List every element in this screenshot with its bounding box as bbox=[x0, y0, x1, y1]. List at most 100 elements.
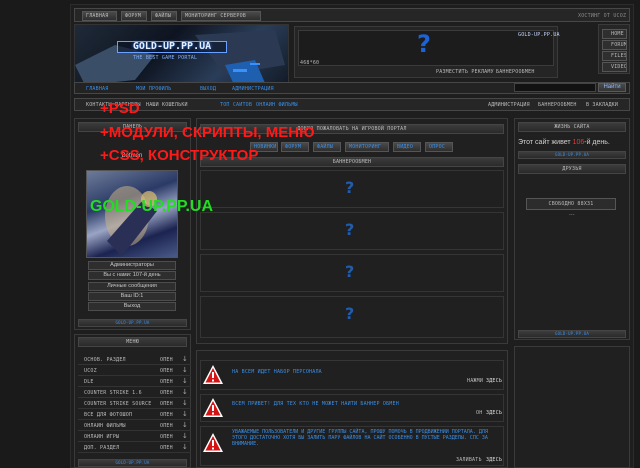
menu-item-state: ОПЕН bbox=[160, 390, 173, 396]
main-nav-profile[interactable]: МОЙ ПРОФИЛЬ bbox=[136, 86, 171, 92]
user-row-messages[interactable]: Личные сообщения bbox=[88, 282, 176, 291]
news-link-prefix: ЗАЛИВАТЬ bbox=[456, 457, 482, 463]
banner-size-label: 468*60 bbox=[300, 60, 320, 66]
center-question-icon-2: ? bbox=[345, 220, 355, 239]
news-link[interactable]: ЗДЕСЬ bbox=[486, 378, 502, 384]
top-nav-item-files[interactable]: ФАЙЛЫ bbox=[151, 11, 177, 21]
search-input[interactable] bbox=[514, 83, 596, 92]
menu-item-dle[interactable]: DLE ОПЕН ↓ bbox=[78, 376, 191, 387]
menu-item-state: ОПЕН bbox=[160, 357, 173, 363]
menu-item-state: ОПЕН bbox=[160, 368, 173, 374]
main-nav-home[interactable]: ГЛАВНАЯ bbox=[86, 86, 108, 92]
main-nav-admin[interactable]: АДМИНИСТРАЦИЯ bbox=[232, 86, 274, 92]
friends-more[interactable]: ... bbox=[569, 210, 575, 217]
arrow-down-icon: ↓ bbox=[182, 432, 188, 440]
sub-nav-wallets[interactable]: НАШИ КОШЕЛЬКИ bbox=[146, 102, 188, 108]
menu-item-label: ОНЛАЙН ИГРЫ bbox=[84, 434, 120, 440]
menu-item-photoshop[interactable]: ВСЁ ДЛЯ ФОТОШОП ОПЕН ↓ bbox=[78, 409, 191, 420]
logo-slogan: THE BEST GAME PORTAL bbox=[133, 55, 198, 61]
menu-footer: GOLD-UP.PP.UA bbox=[78, 459, 187, 467]
menu-item-label: ОСНОВ. РАЗДЕЛ bbox=[84, 357, 126, 363]
tab-poll[interactable]: ОПРОС bbox=[425, 142, 453, 152]
arrow-down-icon: ↓ bbox=[182, 355, 188, 363]
news-item bbox=[200, 360, 504, 390]
main-nav-logout[interactable]: ВЫХОД bbox=[200, 86, 216, 92]
news-link[interactable]: ЗДЕСЬ bbox=[486, 457, 502, 463]
promo-line-2: +МОДУЛИ, СКРИПТЫ, МЕНЮ bbox=[100, 124, 315, 141]
free-slot-banner[interactable]: СВОБОДНО 88Х31 bbox=[526, 198, 616, 210]
user-row-id: Ваш ID:1 bbox=[88, 292, 176, 301]
menu-item-label: COUNTER STRIKE 1.6 bbox=[84, 390, 142, 396]
tab-forum[interactable]: ФОРУМ bbox=[281, 142, 309, 152]
menu-header: МЕНЮ bbox=[78, 337, 187, 347]
menu-item-cs16[interactable]: COUNTER STRIKE 1.6 ОПЕН ↓ bbox=[78, 387, 191, 398]
site-age-text: Этот сайт живет 106-й день. bbox=[518, 139, 628, 146]
news-text: НА ВСЕМ ИДЁТ НАБОР ПЕРСОНАЛА bbox=[232, 369, 322, 375]
warning-icon bbox=[203, 398, 223, 417]
menu-list: ОСНОВ. РАЗДЕЛ ОПЕН ↓ UCOZ ОПЕН ↓ DLE ОПЕН ↓ CO… bbox=[78, 354, 191, 462]
sub-nav-movies[interactable]: ОНЛАЙН ФИЛЬМЫ bbox=[256, 102, 298, 108]
news-link[interactable]: ЗДЕСЬ bbox=[486, 410, 502, 416]
center-question-icon-1: ? bbox=[345, 178, 355, 197]
menu-item-css[interactable]: COUNTER STRIKE SOURCE ОПЕН ↓ bbox=[78, 398, 191, 409]
warning-icon bbox=[203, 365, 223, 384]
menu-item-extra[interactable]: ДОП. РАЗДЕЛ ОПЕН ↓ bbox=[78, 442, 191, 453]
center-question-icon-3: ? bbox=[345, 262, 355, 281]
site-age-prefix: Этот сайт живет bbox=[518, 139, 573, 146]
news-text: ВСЕМ ПРИВЕТ! ДЛЯ ТЕХ КТО НЕ МОЖЕТ НАЙТИ … bbox=[232, 401, 399, 407]
user-row-logout[interactable]: Выход bbox=[88, 302, 176, 311]
menu-item-state: ОПЕН bbox=[160, 423, 173, 429]
search-button[interactable]: Найти bbox=[598, 83, 626, 92]
menu-item-ucoz[interactable]: UCOZ ОПЕН ↓ bbox=[78, 365, 191, 376]
sub-nav-top[interactable]: ТОП САЙТОВ bbox=[220, 102, 252, 108]
news-link-prefix: НАЖМИ bbox=[467, 378, 484, 384]
menu-item-label: ВСЁ ДЛЯ ФОТОШОП bbox=[84, 412, 133, 418]
banner-exchange-link[interactable]: БАННЕРООБМЕН bbox=[496, 69, 535, 75]
tab-files[interactable]: ФАЙЛЫ bbox=[313, 142, 341, 152]
top-nav-item-forum[interactable]: ФОРУМ bbox=[121, 11, 147, 21]
friends-footer: GOLD-UP.PP.UA bbox=[518, 330, 626, 338]
menu-item-state: ОПЕН bbox=[160, 445, 173, 451]
site-age-suffix: -й день. bbox=[584, 139, 610, 146]
tab-monitoring[interactable]: МОНИТОРИНГ bbox=[345, 142, 389, 152]
menu-item-state: ОПЕН bbox=[160, 401, 173, 407]
stats-header: ЖИЗНЬ САЙТА bbox=[518, 122, 626, 132]
logo[interactable]: GOLD-UP.PP.UA THE BEST GAME PORTAL bbox=[74, 24, 289, 86]
place-ad-link[interactable]: РАЗМЕСТИТЬ РЕКЛАМУ bbox=[436, 69, 494, 75]
menu-item-label: COUNTER STRIKE SOURCE bbox=[84, 401, 152, 407]
hosting-text: ХОСТИНГ ОТ UCOZ bbox=[578, 13, 627, 19]
banner-question-icon: ? bbox=[417, 30, 431, 58]
news-text: УВАЖАЕМЫЕ ПОЛЬЗОВАТЕЛИ И ДРУГИЕ ГРУППЫ С… bbox=[232, 429, 488, 447]
right-nav-forum[interactable]: FORUM bbox=[602, 40, 627, 50]
tab-video[interactable]: ВИДЕО bbox=[393, 142, 421, 152]
news-item bbox=[200, 394, 504, 422]
site-age-days: 106 bbox=[572, 139, 585, 146]
stats-footer: GOLD-UP.PP.UA bbox=[518, 151, 626, 159]
right-bottom-panel bbox=[514, 346, 630, 468]
right-nav-videos[interactable]: VIDEOS bbox=[602, 62, 627, 72]
arrow-down-icon: ↓ bbox=[182, 410, 188, 418]
top-nav-item-home[interactable]: ГЛАВНАЯ bbox=[82, 11, 117, 21]
user-row-days: Вы с нами: 107-й день bbox=[88, 271, 176, 280]
arrow-down-icon: ↓ bbox=[182, 366, 188, 374]
menu-item-games[interactable]: ОНЛАЙН ИГРЫ ОПЕН ↓ bbox=[78, 431, 191, 442]
top-nav-item-monitoring[interactable]: МОНИТОРИНГ СЕРВЕРОВ bbox=[181, 11, 261, 21]
sub-nav-banners[interactable]: БАННЕРООБМЕН bbox=[538, 102, 577, 108]
menu-item-label: DLE bbox=[84, 379, 94, 385]
menu-item-main[interactable]: ОСНОВ. РАЗДЕЛ ОПЕН ↓ bbox=[78, 354, 191, 365]
sub-nav-bookmark[interactable]: В ЗАКЛАДКИ bbox=[586, 102, 618, 108]
user-row-admins[interactable]: Администраторы bbox=[88, 261, 176, 270]
sub-nav-admin[interactable]: АДМИНИСТРАЦИЯ bbox=[488, 102, 530, 108]
arrow-down-icon: ↓ bbox=[182, 377, 188, 385]
banner-site-label: GOLD-UP.PP.UA bbox=[518, 32, 560, 38]
right-nav-files[interactable]: FILES bbox=[602, 51, 627, 61]
arrow-down-icon: ↓ bbox=[182, 399, 188, 407]
menu-item-state: ОПЕН bbox=[160, 379, 173, 385]
user-panel-footer: GOLD-UP.PP.UA bbox=[78, 319, 187, 327]
right-nav-home[interactable]: HOME bbox=[602, 29, 627, 39]
menu-item-label: ДОП. РАЗДЕЛ bbox=[84, 445, 120, 451]
menu-item-label: UCOZ bbox=[84, 368, 97, 374]
promo-line-1: +PSD bbox=[100, 100, 140, 117]
promo-line-4: GOLD-UP.PP.UA bbox=[90, 198, 213, 215]
menu-item-movies[interactable]: ОНЛАЙН ФИЛЬМЫ ОПЕН ↓ bbox=[78, 420, 191, 431]
